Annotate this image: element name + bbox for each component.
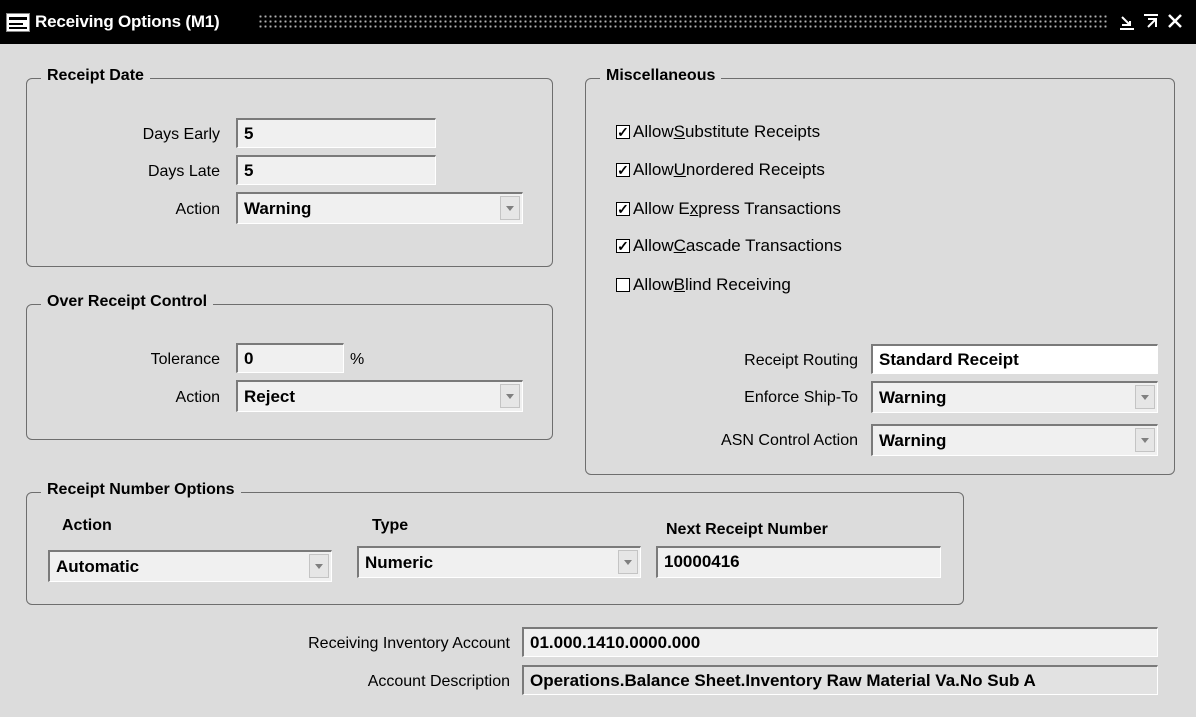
maximize-icon[interactable]: [1140, 9, 1162, 33]
enforce-ship-to-select[interactable]: Warning: [871, 381, 1158, 413]
minimize-icon[interactable]: [1116, 9, 1138, 33]
receipt-routing-field[interactable]: Standard Receipt: [871, 344, 1158, 374]
allow-unordered-receipts-checkbox[interactable]: ✓ Allow Unordered Receipts: [616, 160, 825, 180]
percent-label: %: [350, 351, 365, 368]
days-late-label: Days Late: [147, 163, 220, 180]
allow-blind-receiving-checkbox[interactable]: Allow Blind Receiving: [616, 275, 791, 295]
allow-express-transactions-checkbox[interactable]: ✓ Allow Ex press Transactions: [616, 199, 841, 219]
next-receipt-number-header: Next Receipt Number: [666, 521, 828, 538]
group-title: Receipt Date: [41, 67, 150, 85]
checkbox-box[interactable]: [616, 278, 630, 292]
dropdown-arrow-icon[interactable]: [500, 384, 520, 408]
dropdown-arrow-icon[interactable]: [1135, 428, 1155, 452]
select-value: Numeric: [365, 553, 434, 572]
dropdown-arrow-icon[interactable]: [1135, 385, 1155, 409]
dropdown-arrow-icon[interactable]: [309, 554, 329, 578]
account-description-label: Account Description: [367, 673, 510, 690]
next-receipt-number-field[interactable]: 10000416: [656, 546, 941, 578]
dropdown-arrow-icon[interactable]: [500, 196, 520, 220]
enforce-ship-to-label: Enforce Ship-To: [744, 389, 858, 406]
receiving-inventory-account-field[interactable]: 01.000.1410.0000.000: [522, 627, 1158, 657]
days-early-field[interactable]: 5: [236, 118, 436, 148]
receipt-number-action-select[interactable]: Automatic: [48, 550, 332, 582]
allow-cascade-transactions-checkbox[interactable]: ✓ Allow Cascade Transactions: [616, 236, 842, 256]
group-title: Receipt Number Options: [41, 481, 241, 499]
select-value: Warning: [879, 431, 947, 450]
asn-control-action-select[interactable]: Warning: [871, 424, 1158, 456]
days-late-field[interactable]: 5: [236, 155, 436, 185]
checkbox-box[interactable]: ✓: [616, 239, 630, 253]
account-description-field: Operations.Balance Sheet.Inventory Raw M…: [522, 665, 1158, 695]
oracle-app-icon: [6, 13, 30, 32]
checkbox-box[interactable]: ✓: [616, 202, 630, 216]
dropdown-arrow-icon[interactable]: [618, 550, 638, 574]
receiving-inventory-account-label: Receiving Inventory Account: [308, 635, 510, 652]
action-column-header: Action: [62, 517, 112, 534]
days-early-label: Days Early: [142, 126, 220, 143]
window-title: Receiving Options (M1): [35, 12, 220, 31]
over-receipt-action-label: Action: [175, 389, 220, 406]
title-bar-pattern: [258, 14, 1108, 30]
window-title-bar: Receiving Options (M1): [0, 0, 1196, 44]
receipt-routing-label: Receipt Routing: [744, 352, 858, 369]
tolerance-label: Tolerance: [150, 351, 220, 368]
over-receipt-action-select[interactable]: Reject: [236, 380, 523, 412]
group-title: Over Receipt Control: [41, 293, 214, 311]
receipt-number-type-select[interactable]: Numeric: [357, 546, 641, 578]
receipt-date-action-select[interactable]: Warning: [236, 192, 523, 224]
checkbox-box[interactable]: ✓: [616, 125, 630, 139]
receipt-date-action-label: Action: [175, 201, 220, 218]
select-value: Warning: [879, 388, 947, 407]
select-value: Automatic: [56, 557, 140, 576]
allow-substitute-receipts-checkbox[interactable]: ✓ Allow Substitute Receipts: [616, 122, 820, 142]
group-title: Miscellaneous: [600, 67, 722, 85]
type-column-header: Type: [372, 517, 409, 534]
select-value: Warning: [244, 199, 312, 218]
asn-control-action-label: ASN Control Action: [721, 432, 858, 449]
select-value: Reject: [244, 387, 296, 406]
close-icon[interactable]: [1164, 9, 1186, 33]
tolerance-field[interactable]: 0: [236, 343, 344, 373]
checkbox-box[interactable]: ✓: [616, 163, 630, 177]
